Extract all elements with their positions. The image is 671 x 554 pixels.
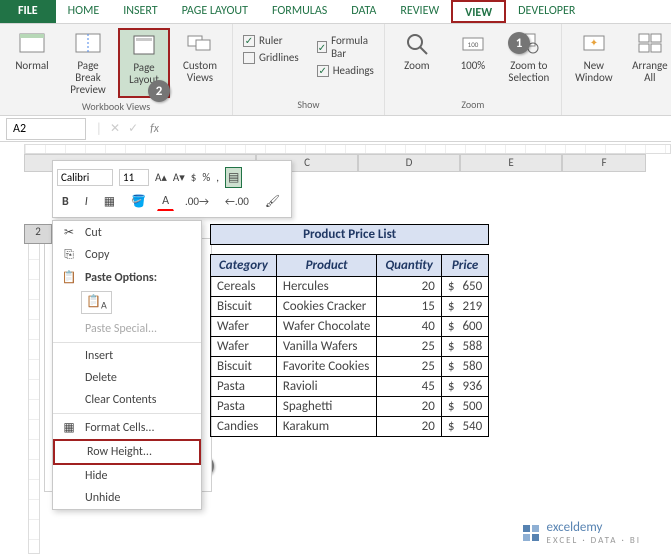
ctx-formatcells[interactable]: ▦Format Cells... xyxy=(53,416,201,439)
fontcolor-icon[interactable]: A xyxy=(157,192,174,211)
col-e[interactable]: E xyxy=(460,154,562,172)
table-row[interactable]: BiscuitFavorite Cookies25$580 xyxy=(211,357,489,377)
group-zoom: Zoom 100100% Zoom to Selection Zoom xyxy=(385,24,562,115)
ribbon: Normal Page Break Preview Page Layout Cu… xyxy=(0,24,671,116)
dec-inc-icon[interactable]: .00→ xyxy=(180,193,214,210)
comma-icon[interactable]: , xyxy=(216,171,219,184)
group-label-zoom: Zoom xyxy=(461,96,484,115)
tab-home[interactable]: HOME xyxy=(56,0,112,23)
headings-checkbox[interactable]: Headings xyxy=(317,64,374,77)
col-f[interactable]: F xyxy=(562,154,646,172)
normal-view-button[interactable]: Normal xyxy=(6,28,58,98)
enter-icon[interactable]: ✓ xyxy=(124,121,142,136)
price-table: Product Price List Category Product Quan… xyxy=(210,224,489,437)
gridlines-checkbox[interactable]: Gridlines xyxy=(243,51,299,64)
group-window: ✦New Window Arrange All Freeze Panes xyxy=(562,24,671,115)
tab-view[interactable]: VIEW xyxy=(451,0,506,23)
italic-button[interactable]: I xyxy=(80,193,93,211)
logo-icon xyxy=(521,523,541,543)
formulabar-checkbox[interactable]: Formula Bar xyxy=(317,34,374,60)
ctx-insert[interactable]: Insert xyxy=(53,345,201,367)
formatpainter-icon[interactable]: 🖌 xyxy=(260,192,285,211)
row-header-2[interactable]: 2 xyxy=(24,224,52,244)
th-category[interactable]: Category xyxy=(211,255,277,277)
horizontal-ruler xyxy=(24,144,671,154)
table-row[interactable]: WaferVanilla Wafers25$588 xyxy=(211,337,489,357)
group-label-show: Show xyxy=(297,96,319,115)
ctx-unhide[interactable]: Unhide xyxy=(53,487,201,509)
fontsize-select[interactable] xyxy=(119,169,149,186)
percent-icon[interactable]: % xyxy=(202,171,210,184)
paste-option-icon[interactable]: 📋A xyxy=(81,291,112,314)
table-row[interactable]: PastaRavioli45$936 xyxy=(211,377,489,397)
ruler-checkbox[interactable]: Ruler xyxy=(243,34,299,47)
group-label-views: Workbook Views xyxy=(82,98,150,117)
table-row[interactable]: CandiesKarakum20$540 xyxy=(211,417,489,437)
svg-text:100: 100 xyxy=(468,40,479,49)
mini-toolbar: A▴ A▾ $ % , ▤ B I ▦ 🪣 A .00→ ←.00 🖌 xyxy=(52,160,292,218)
clipboard-icon: 📋 xyxy=(61,270,77,285)
formatcells-icon: ▦ xyxy=(61,420,77,435)
callout-1: 1 xyxy=(508,32,530,54)
th-product[interactable]: Product xyxy=(276,255,376,277)
pagebreak-button[interactable]: Page Break Preview xyxy=(62,28,114,98)
name-box[interactable] xyxy=(6,118,86,140)
currency-icon[interactable]: $ xyxy=(191,171,197,184)
svg-text:✦: ✦ xyxy=(590,36,598,49)
customviews-button[interactable]: Custom Views xyxy=(174,28,226,98)
ctx-rowheight[interactable]: Row Height... xyxy=(53,439,201,465)
copy-icon: ⎘ xyxy=(61,248,77,262)
cancel-icon[interactable]: ✕ xyxy=(106,121,124,136)
group-workbook-views: Normal Page Break Preview Page Layout Cu… xyxy=(0,24,233,115)
newwindow-button[interactable]: ✦New Window xyxy=(568,28,620,96)
callout-2: 2 xyxy=(148,80,170,102)
tab-formulas[interactable]: FORMULAS xyxy=(260,0,339,23)
th-price[interactable]: Price xyxy=(441,255,488,277)
col-d[interactable]: D xyxy=(358,154,460,172)
vertical-ruler xyxy=(28,238,40,554)
tab-developer[interactable]: DEVELOPER xyxy=(506,0,587,23)
fbar-sep: │ xyxy=(92,122,106,136)
ctx-delete[interactable]: Delete xyxy=(53,367,201,389)
ctx-clear[interactable]: Clear Contents xyxy=(53,389,201,411)
tab-pagelayout[interactable]: PAGE LAYOUT xyxy=(170,0,260,23)
th-quantity[interactable]: Quantity xyxy=(377,255,442,277)
shrink-font-icon[interactable]: A▾ xyxy=(173,171,185,184)
border-icon[interactable]: ▦ xyxy=(99,192,120,211)
tab-data[interactable]: DATA xyxy=(339,0,388,23)
ctx-hide[interactable]: Hide xyxy=(53,465,201,487)
ctx-copy[interactable]: ⎘Copy xyxy=(53,244,201,266)
group-show: Ruler Gridlines Formula Bar Headings Sho… xyxy=(233,24,385,115)
table-row[interactable]: CerealsHercules20$650 xyxy=(211,277,489,297)
fillcolor-icon[interactable]: 🪣 xyxy=(126,192,151,211)
grow-font-icon[interactable]: A▴ xyxy=(155,171,167,184)
tab-insert[interactable]: INSERT xyxy=(111,0,169,23)
ctx-cut[interactable]: ✂Cut xyxy=(53,221,201,244)
fx-label[interactable]: fx xyxy=(142,122,167,136)
table-title: Product Price List xyxy=(211,225,489,245)
zoom100-button[interactable]: 100100% xyxy=(447,28,499,86)
ctx-pastespecial[interactable]: Paste Special... xyxy=(53,318,201,340)
arrange-button[interactable]: Arrange All xyxy=(624,28,671,96)
watermark: exceldemy EXCEL · DATA · BI xyxy=(521,520,641,546)
table-row[interactable]: PastaSpaghetti20$500 xyxy=(211,397,489,417)
font-select[interactable] xyxy=(57,169,113,186)
ctx-pasteoptions: 📋Paste Options: xyxy=(53,266,201,289)
table-row[interactable]: WaferWafer Chocolate40$600 xyxy=(211,317,489,337)
formula-bar: │ ✕ ✓ fx xyxy=(0,116,671,142)
ribbon-tabs: FILE HOME INSERT PAGE LAYOUT FORMULAS DA… xyxy=(0,0,671,24)
format-icon[interactable]: ▤ xyxy=(225,167,242,188)
scissors-icon: ✂ xyxy=(61,225,77,240)
zoom-button[interactable]: Zoom xyxy=(391,28,443,86)
table-row[interactable]: BiscuitCookies Cracker15$219 xyxy=(211,297,489,317)
bold-button[interactable]: B xyxy=(57,193,74,211)
tab-file[interactable]: FILE xyxy=(0,0,56,23)
tab-review[interactable]: REVIEW xyxy=(388,0,451,23)
dec-dec-icon[interactable]: ←.00 xyxy=(220,193,254,210)
context-menu: ✂Cut ⎘Copy 📋Paste Options: 📋A Paste Spec… xyxy=(52,220,202,510)
